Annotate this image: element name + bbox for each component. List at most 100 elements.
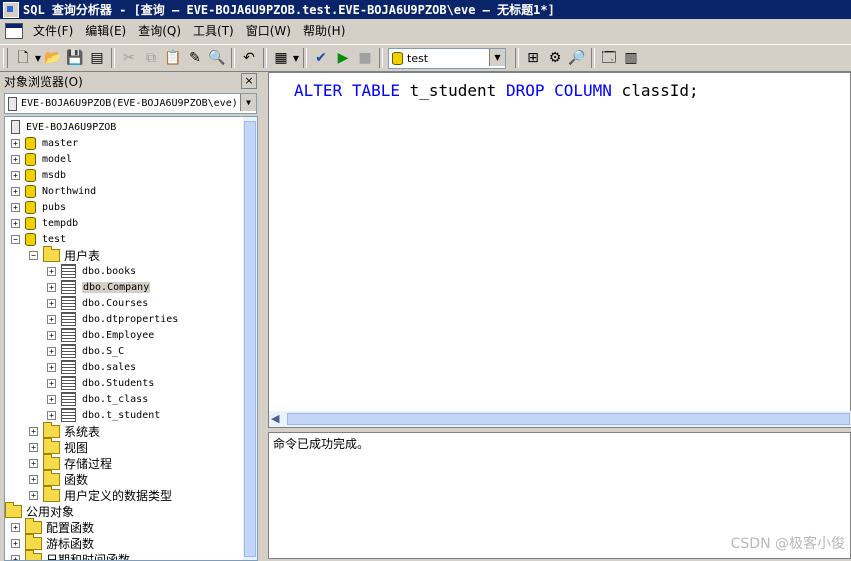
open-folder-icon[interactable]: 📂 xyxy=(42,47,64,69)
menu-window[interactable]: 窗口(W) xyxy=(240,20,297,42)
menu-tools[interactable]: 工具(T) xyxy=(187,20,240,42)
window-title: SQL 查询分析器 - [查询 — EVE-BOJA6U9PZOB.test.E… xyxy=(23,1,555,18)
tree-db-tempdb[interactable]: + tempdb xyxy=(11,215,78,231)
tree-folder-config-functions[interactable]: + 配置函数 xyxy=(11,519,94,535)
clear-window-icon[interactable]: ✎ xyxy=(184,47,206,69)
results-grid-icon[interactable]: ▦ xyxy=(270,47,292,69)
tree-table-selected[interactable]: + dbo.Company xyxy=(47,279,150,295)
tree-db-msdb[interactable]: + msdb xyxy=(11,167,66,183)
index-tuning-icon[interactable]: 🔎 xyxy=(566,47,588,69)
menu-query[interactable]: 查询(Q) xyxy=(132,20,187,42)
toolbar-grip[interactable] xyxy=(3,48,8,68)
menu-file[interactable]: 文件(F) xyxy=(27,20,79,42)
execute-icon[interactable]: ▶ xyxy=(332,47,354,69)
expand-icon[interactable]: + xyxy=(47,363,56,372)
tree-folder-stored-procedures[interactable]: + 存储过程 xyxy=(29,455,112,471)
tree-folder-cursor-functions[interactable]: + 游标函数 xyxy=(11,535,94,551)
collapse-icon[interactable]: − xyxy=(29,251,38,260)
expand-icon[interactable]: + xyxy=(11,539,20,548)
copy-icon[interactable]: ⧉ xyxy=(140,47,162,69)
database-select[interactable]: test ▼ xyxy=(388,48,506,69)
expand-icon[interactable]: + xyxy=(29,427,38,436)
expand-icon[interactable]: + xyxy=(11,203,20,212)
expand-icon[interactable]: + xyxy=(47,299,56,308)
title-bar[interactable]: SQL 查询分析器 - [查询 — EVE-BOJA6U9PZOB.test.E… xyxy=(0,0,851,19)
query-editor[interactable]: ALTER TABLE t_student DROP COLUMN classI… xyxy=(268,72,851,428)
scroll-left-icon[interactable]: ◀ xyxy=(271,412,279,425)
tree-folder-system-tables[interactable]: + 系统表 xyxy=(29,423,100,439)
tree-db-pubs[interactable]: + pubs xyxy=(11,199,66,215)
editor-horizontal-scrollbar[interactable]: ◀ xyxy=(269,411,851,427)
expand-icon[interactable]: + xyxy=(47,347,56,356)
expand-icon[interactable]: + xyxy=(11,139,20,148)
collapse-icon[interactable]: − xyxy=(11,235,20,244)
scrollbar-thumb[interactable] xyxy=(244,121,256,557)
new-query-icon[interactable]: 🗋 xyxy=(12,47,34,69)
sql-keyword: DROP xyxy=(506,81,545,100)
expand-icon[interactable]: + xyxy=(47,315,56,324)
folder-icon xyxy=(25,553,42,561)
new-dropdown-arrow[interactable]: ▼ xyxy=(34,54,42,63)
insert-template-icon[interactable]: ▤ xyxy=(86,47,108,69)
tree-table[interactable]: + dbo.t_student xyxy=(47,407,160,423)
expand-icon[interactable]: + xyxy=(11,187,20,196)
expand-icon[interactable]: + xyxy=(29,459,38,468)
expand-icon[interactable]: + xyxy=(47,283,56,292)
menu-edit[interactable]: 编辑(E) xyxy=(79,20,132,42)
expand-icon[interactable]: + xyxy=(11,555,20,561)
expand-icon[interactable]: + xyxy=(11,219,20,228)
parse-query-icon[interactable]: ✔ xyxy=(310,47,332,69)
document-window-icon[interactable] xyxy=(5,23,23,39)
find-icon[interactable]: 🔍 xyxy=(206,47,228,69)
chevron-down-icon[interactable]: ▼ xyxy=(240,94,256,111)
tree-table[interactable]: + dbo.Courses xyxy=(47,295,148,311)
expand-icon[interactable]: + xyxy=(47,379,56,388)
tree-table[interactable]: + dbo.t_class xyxy=(47,391,148,407)
chevron-down-icon[interactable]: ▼ xyxy=(489,49,505,66)
tree-table[interactable]: + dbo.Students xyxy=(47,375,154,391)
expand-icon[interactable]: + xyxy=(29,443,38,452)
tree-db-test[interactable]: − test xyxy=(11,231,66,247)
expand-icon[interactable]: + xyxy=(29,491,38,500)
tree-folder-user-tables[interactable]: − 用户表 xyxy=(29,247,100,263)
tree-folder-functions[interactable]: + 函数 xyxy=(29,471,88,487)
expand-icon[interactable]: + xyxy=(47,331,56,340)
expand-icon[interactable]: + xyxy=(47,267,56,276)
tree-server-node[interactable]: EVE-BOJA6U9PZOB xyxy=(11,119,116,135)
undo-icon[interactable]: ↶ xyxy=(238,47,260,69)
cut-icon[interactable]: ✂ xyxy=(118,47,140,69)
display-plan-icon[interactable]: ⊞ xyxy=(522,47,544,69)
object-tree[interactable]: EVE-BOJA6U9PZOB + master + model + msdb … xyxy=(4,116,258,561)
tree-table[interactable]: + dbo.Employee xyxy=(47,327,154,343)
server-select[interactable]: EVE-BOJA6U9PZOB(EVE-BOJA6U9PZOB\eve) ▼ xyxy=(4,93,257,114)
tree-vertical-scrollbar[interactable] xyxy=(243,117,257,560)
show-trace-icon[interactable]: ⚙ xyxy=(544,47,566,69)
menu-help[interactable]: 帮助(H) xyxy=(297,20,351,42)
tree-table[interactable]: + dbo.S_C xyxy=(47,343,124,359)
paste-icon[interactable]: 📋 xyxy=(162,47,184,69)
tree-db-master[interactable]: + master xyxy=(11,135,78,151)
tree-folder-user-data-types[interactable]: + 用户定义的数据类型 xyxy=(29,487,172,503)
tree-table[interactable]: + dbo.sales xyxy=(47,359,136,375)
save-icon[interactable]: 💾 xyxy=(64,47,86,69)
tree-table[interactable]: + dbo.dtproperties xyxy=(47,311,178,327)
sql-text: classId; xyxy=(612,81,699,100)
expand-icon[interactable]: + xyxy=(11,171,20,180)
tree-db-northwind[interactable]: + Northwind xyxy=(11,183,96,199)
expand-icon[interactable]: + xyxy=(29,475,38,484)
expand-icon[interactable]: + xyxy=(47,411,56,420)
tree-folder-datetime-functions[interactable]: + 日期和时间函数 xyxy=(11,551,130,561)
cancel-query-icon[interactable]: ■ xyxy=(354,47,376,69)
expand-icon[interactable]: + xyxy=(11,523,20,532)
scrollbar-thumb[interactable] xyxy=(287,413,850,425)
object-search-icon[interactable]: ▥ xyxy=(620,47,642,69)
tree-folder-common-objects[interactable]: 公用对象 xyxy=(5,503,74,519)
results-mode-dropdown-arrow[interactable]: ▼ xyxy=(292,54,300,63)
tree-folder-views[interactable]: + 视图 xyxy=(29,439,88,455)
tree-db-model[interactable]: + model xyxy=(11,151,72,167)
close-icon[interactable]: × xyxy=(241,73,257,89)
object-browser-icon[interactable]: 🗔 xyxy=(598,47,620,69)
expand-icon[interactable]: + xyxy=(11,155,20,164)
tree-table[interactable]: + dbo.books xyxy=(47,263,136,279)
expand-icon[interactable]: + xyxy=(47,395,56,404)
